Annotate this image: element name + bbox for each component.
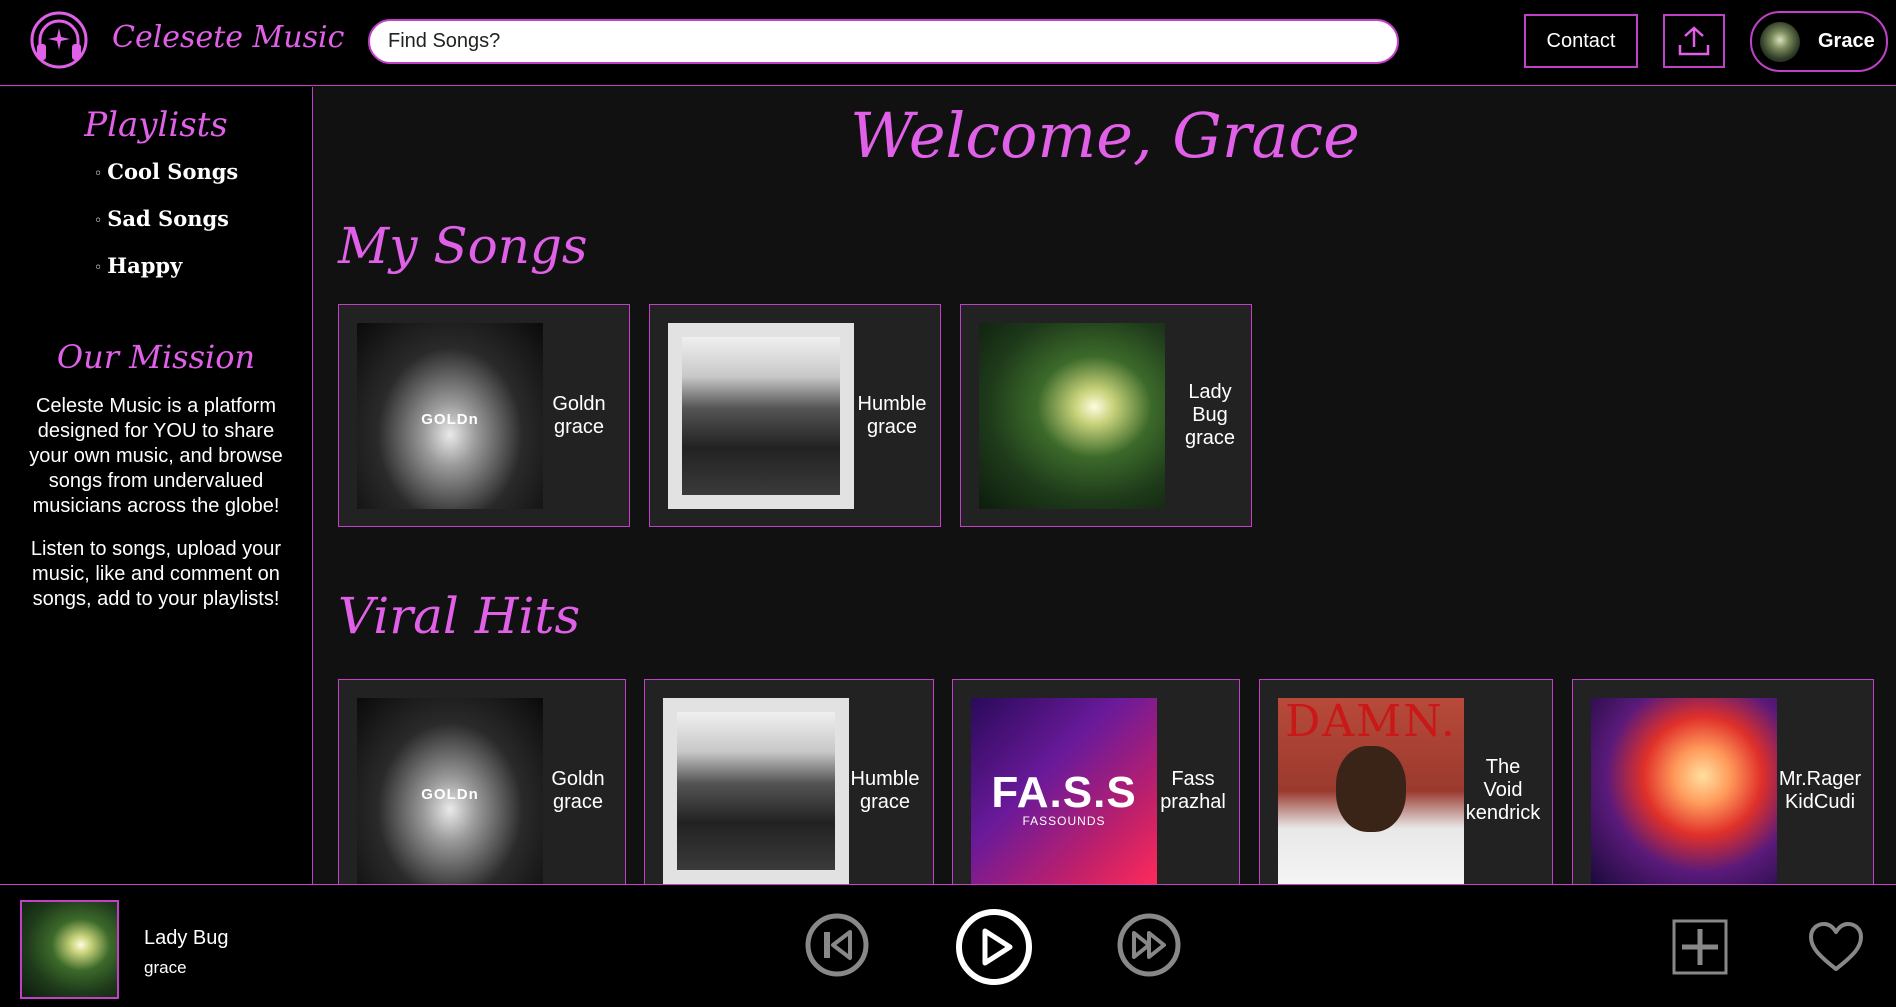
song-artist: KidCudi — [1784, 790, 1856, 813]
upload-button[interactable] — [1663, 14, 1725, 68]
sidebar: Playlists ◦ Cool Songs ◦ Sad Songs ◦ Happy … — [0, 87, 313, 884]
song-title: Goldn — [551, 767, 605, 790]
play-button[interactable] — [954, 907, 1034, 987]
song-card-humble[interactable]: Humble grace — [649, 304, 941, 527]
contact-button[interactable]: Contact — [1524, 14, 1638, 68]
card-text: The Void kendrick — [1462, 680, 1544, 884]
cover-text: DAMN. — [1285, 698, 1457, 747]
song-card-fass[interactable]: FA.S.S FASSOUNDS Fass prazhal — [952, 679, 1240, 884]
album-cover: GOLDn — [357, 698, 543, 884]
cover-text: GOLDn — [421, 411, 479, 428]
playlists-heading: Playlists — [84, 105, 228, 145]
song-artist: prazhal — [1160, 790, 1226, 813]
playlist-label: Sad Songs — [107, 206, 229, 231]
like-button[interactable] — [1808, 921, 1864, 973]
card-text: Fass prazhal — [1155, 680, 1231, 884]
header: Celesete Music Contact Grace — [0, 0, 1896, 86]
next-icon — [1117, 913, 1181, 977]
heart-icon — [1809, 922, 1863, 971]
card-text: Humble grace — [852, 305, 932, 526]
song-card-goldn[interactable]: GOLDn Goldn grace — [338, 304, 630, 527]
sidebar-item-happy[interactable]: ◦ Happy — [94, 253, 312, 278]
song-artist: grace — [1184, 427, 1236, 449]
song-artist: grace — [552, 790, 604, 813]
now-playing-cover[interactable] — [20, 900, 119, 999]
brand-name[interactable]: Celesete Music — [112, 20, 344, 55]
main-content: Welcome, Grace My Songs GOLDn Goldn grac… — [314, 87, 1896, 884]
cover-text: GOLDn — [421, 786, 479, 803]
song-title: Mr.Rager — [1778, 767, 1862, 790]
bullet-icon: ◦ — [94, 212, 103, 229]
card-text: Humble grace — [845, 680, 925, 884]
song-card-humble[interactable]: Humble grace — [644, 679, 934, 884]
playlist-label: Cool Songs — [107, 159, 239, 184]
song-card-lady-bug[interactable]: Lady Bug grace — [960, 304, 1252, 527]
viral-hits-heading: Viral Hits — [338, 587, 581, 645]
playlist-list: ◦ Cool Songs ◦ Sad Songs ◦ Happy — [0, 159, 312, 278]
now-playing-title: Lady Bug — [144, 927, 229, 949]
song-title: Fass — [1171, 767, 1215, 790]
song-artist: grace — [866, 415, 918, 438]
song-card-goldn[interactable]: GOLDn Goldn grace — [338, 679, 626, 884]
card-text: Goldn grace — [539, 680, 617, 884]
song-artist: grace — [859, 790, 911, 813]
previous-button[interactable] — [804, 912, 870, 978]
card-text: Goldn grace — [537, 305, 621, 526]
song-card-the-void[interactable]: DAMN. The Void kendrick — [1259, 679, 1553, 884]
page-title: Welcome, Grace — [850, 99, 1360, 172]
headphones-icon[interactable] — [28, 10, 90, 70]
album-cover: DAMN. — [1278, 698, 1464, 884]
song-title: Humble — [857, 392, 927, 415]
cover-text: FA.S.S — [991, 768, 1137, 817]
previous-icon — [805, 913, 869, 977]
my-songs-heading: My Songs — [338, 217, 588, 275]
user-name: Grace — [1818, 30, 1875, 52]
song-artist: grace — [553, 415, 605, 438]
now-playing-artist: grace — [144, 958, 187, 977]
song-title: Goldn — [552, 392, 606, 415]
play-icon — [956, 909, 1032, 985]
search-input[interactable] — [368, 19, 1399, 64]
cover-subtext: FASSOUNDS — [1022, 814, 1106, 828]
next-button[interactable] — [1116, 912, 1182, 978]
mission-text: Listen to songs, upload your music, like… — [30, 538, 282, 610]
add-icon — [1672, 919, 1728, 975]
song-artist: kendrick — [1465, 802, 1541, 824]
album-cover: FA.S.S FASSOUNDS — [971, 698, 1157, 884]
playlist-label: Happy — [107, 253, 183, 278]
card-text: Mr.Rager KidCudi — [1775, 680, 1865, 884]
avatar — [1760, 21, 1800, 62]
user-menu-button[interactable]: Grace — [1750, 11, 1888, 72]
mission-text: Celeste Music is a platform designed for… — [29, 395, 283, 517]
sidebar-item-sad-songs[interactable]: ◦ Sad Songs — [94, 206, 312, 231]
bullet-icon: ◦ — [94, 259, 103, 276]
album-cover — [22, 902, 117, 997]
album-cover — [979, 323, 1165, 509]
add-to-playlist-button[interactable] — [1672, 919, 1728, 975]
card-text: Lady Bug grace — [1177, 305, 1243, 526]
album-cover: GOLDn — [357, 323, 543, 509]
album-cover — [663, 698, 849, 884]
player-bar: Lady Bug grace — [0, 884, 1896, 1007]
bullet-icon: ◦ — [94, 165, 103, 182]
song-title: Lady Bug — [1188, 381, 1232, 426]
song-card-mr-rager[interactable]: Mr.Rager KidCudi — [1572, 679, 1874, 884]
album-cover — [668, 323, 854, 509]
song-title: Humble — [850, 767, 920, 790]
upload-icon — [1678, 26, 1710, 56]
album-cover — [1591, 698, 1777, 884]
song-title: The Void — [1483, 756, 1523, 801]
mission-heading: Our Mission — [56, 338, 256, 376]
sidebar-item-cool-songs[interactable]: ◦ Cool Songs — [94, 159, 312, 184]
